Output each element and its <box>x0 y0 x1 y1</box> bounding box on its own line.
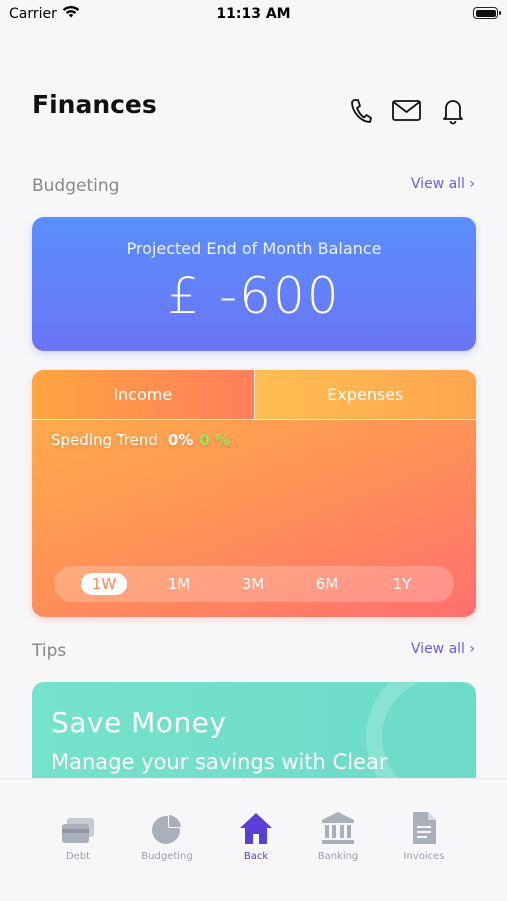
spending-trend-row: Speding Trend 0% 0 % <box>51 431 230 449</box>
page-title: Finances <box>32 90 157 119</box>
document-icon <box>413 812 436 844</box>
tips-view-all-link[interactable]: View all › <box>411 641 475 657</box>
range-1y[interactable]: 1Y <box>379 573 425 595</box>
tip-subtitle: Manage your savings with Clear <box>51 750 388 774</box>
battery-icon <box>473 7 501 19</box>
tip-title: Save Money <box>51 706 227 739</box>
tab-invoices-label: Invoices <box>403 851 445 862</box>
balance-value: £ -600 <box>167 267 341 325</box>
spending-trend-percent: 0% <box>167 431 194 449</box>
card-icon <box>62 818 94 843</box>
balance-label: Projected End of Month Balance <box>126 239 382 258</box>
budgeting-section-title: Budgeting <box>32 176 120 196</box>
tab-banking-label: Banking <box>317 851 359 862</box>
home-icon <box>240 813 272 844</box>
range-3m[interactable]: 3M <box>230 573 276 595</box>
tab-banking[interactable]: Banking <box>298 809 378 862</box>
budgeting-view-all-link[interactable]: View all › <box>411 176 475 192</box>
balance-card[interactable]: Projected End of Month Balance £ -600 <box>32 217 476 351</box>
income-expenses-tabs: Income Expenses <box>32 370 476 420</box>
range-1m[interactable]: 1M <box>156 573 202 595</box>
tips-section-title: Tips <box>32 641 67 661</box>
status-bar: Carrier 11:13 AM <box>0 0 507 30</box>
range-1w[interactable]: 1W <box>81 573 127 595</box>
mail-icon[interactable] <box>392 100 421 121</box>
phone-icon[interactable] <box>349 97 373 125</box>
tab-debt[interactable]: Debt <box>38 809 118 862</box>
tab-back-label: Back <box>243 851 269 862</box>
spending-trend-card: Income Expenses Speding Trend 0% 0 % 1W 1M… <box>32 370 476 617</box>
tab-invoices[interactable]: Invoices <box>384 809 464 862</box>
range-6m[interactable]: 6M <box>304 573 350 595</box>
clock: 11:13 AM <box>216 6 291 22</box>
spending-trend-label: Speding Trend <box>51 431 158 449</box>
time-range-selector: 1W 1M 3M 6M 1Y <box>54 566 454 602</box>
tab-income[interactable]: Income <box>32 370 255 419</box>
tab-budgeting[interactable]: Budgeting <box>127 809 207 862</box>
spending-trend-change: 0 % <box>199 431 230 449</box>
tab-expenses[interactable]: Expenses <box>254 370 476 419</box>
tip-card-save-money[interactable]: Save Money Manage your savings with Clea… <box>32 682 476 778</box>
bell-icon[interactable] <box>442 97 464 125</box>
tab-debt-label: Debt <box>65 851 91 862</box>
tab-back[interactable]: Back <box>216 809 296 862</box>
bottom-tab-bar: Debt Budgeting Back Banking Invoices <box>0 778 507 901</box>
pie-chart-icon <box>152 814 182 844</box>
tab-budgeting-label: Budgeting <box>141 851 193 862</box>
bank-icon <box>322 812 354 844</box>
